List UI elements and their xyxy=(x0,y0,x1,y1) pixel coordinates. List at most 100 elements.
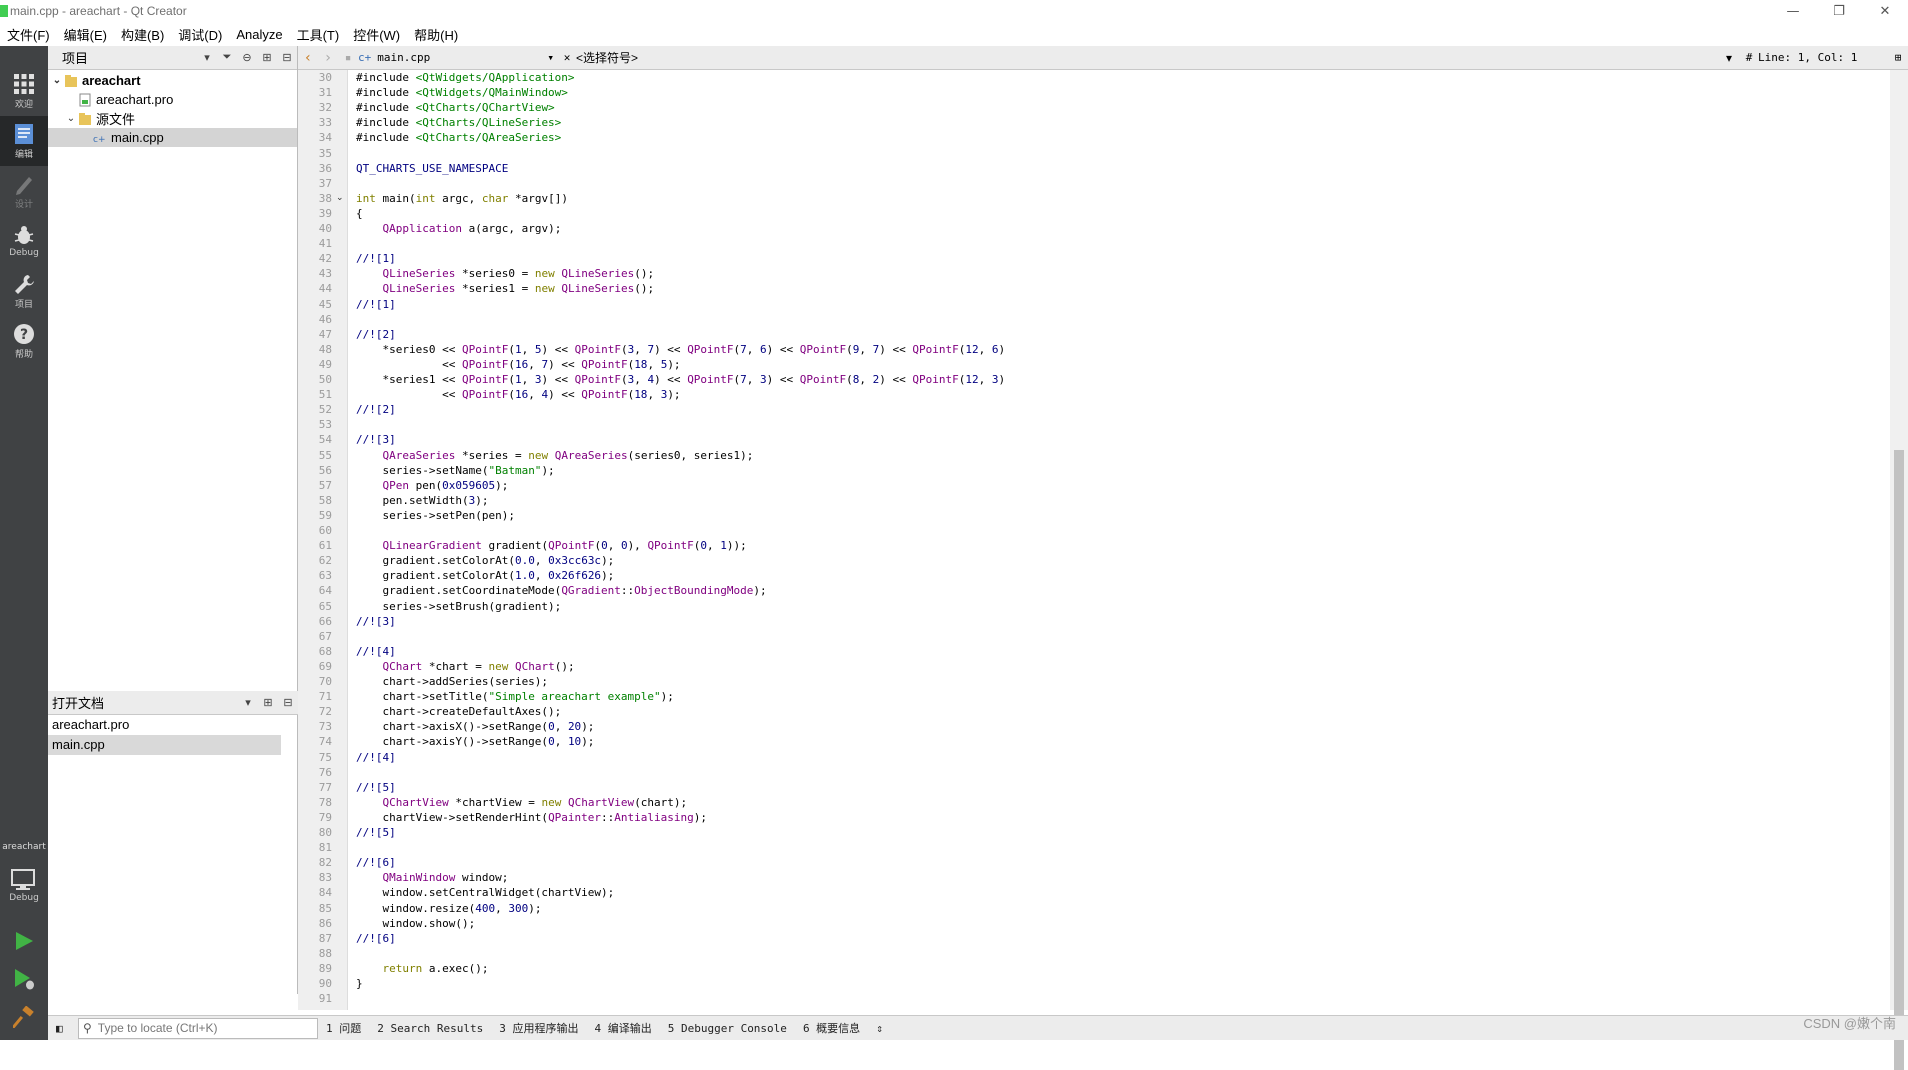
file-selector[interactable]: c+ main.cpp ▾ xyxy=(358,51,558,64)
menu-widgets[interactable]: 控件(W) xyxy=(346,25,407,44)
code-line[interactable]: //![6] xyxy=(356,855,396,870)
code-line[interactable]: QAreaSeries *series = new QAreaSeries(se… xyxy=(356,448,754,463)
forward-icon[interactable]: › xyxy=(318,50,338,66)
tab-compile-output[interactable]: 4 编译输出 xyxy=(586,1020,659,1036)
code-line[interactable]: gradient.setColorAt(0.0, 0x3cc63c); xyxy=(356,553,614,568)
filter-icon[interactable]: ⏷ xyxy=(217,51,237,64)
code-line[interactable]: QPen pen(0x059605); xyxy=(356,478,509,493)
tab-issues[interactable]: 1 问题 xyxy=(318,1020,369,1036)
symbol-selector[interactable]: <选择符号> ▾ xyxy=(576,49,1740,66)
tab-application-output[interactable]: 3 应用程序输出 xyxy=(491,1020,586,1036)
cursor-position[interactable]: Line: 1, Col: 1 xyxy=(1758,51,1888,64)
code-line[interactable]: //![2] xyxy=(356,402,396,417)
code-line[interactable]: //![2] xyxy=(356,327,396,342)
run-button[interactable] xyxy=(0,922,48,960)
code-line[interactable]: chart->addSeries(series); xyxy=(356,674,548,689)
tab-debugger-console[interactable]: 5 Debugger Console xyxy=(660,1022,795,1035)
mode-projects[interactable]: 项目 xyxy=(0,266,48,316)
minimize-button[interactable]: — xyxy=(1770,0,1816,22)
code-line[interactable]: QApplication a(argc, argv); xyxy=(356,221,562,236)
code-line[interactable]: #include <QtCharts/QAreaSeries> xyxy=(356,130,561,145)
code-line[interactable]: return a.exec(); xyxy=(356,961,489,976)
back-icon[interactable]: ‹ xyxy=(298,50,318,66)
code-line[interactable]: #include <QtCharts/QChartView> xyxy=(356,100,555,115)
mode-debug[interactable]: Debug xyxy=(0,216,48,266)
debug-run-button[interactable] xyxy=(0,960,48,998)
code-line[interactable]: //![3] xyxy=(356,614,396,629)
chevron-down-icon[interactable]: ⌄ xyxy=(50,75,64,86)
projects-pane-title[interactable]: 项目 xyxy=(48,48,197,67)
mode-edit[interactable]: 编辑 xyxy=(0,116,48,166)
mode-design[interactable]: 设计 xyxy=(0,166,48,216)
tab-search-results[interactable]: 2 Search Results xyxy=(369,1022,491,1035)
tree-item-sources[interactable]: ⌄ 源文件 xyxy=(64,109,135,128)
open-documents-title[interactable]: 打开文档 xyxy=(48,693,238,712)
code-line[interactable]: #include <QtCharts/QLineSeries> xyxy=(356,115,561,130)
mode-welcome[interactable]: 欢迎 xyxy=(0,66,48,116)
code-line[interactable]: //![4] xyxy=(356,644,396,659)
code-line[interactable]: QT_CHARTS_USE_NAMESPACE xyxy=(356,161,508,176)
split-icon[interactable]: ⊞ xyxy=(257,51,277,64)
code-line[interactable]: int main(int argc, char *argv[]) xyxy=(356,191,568,206)
chevron-down-icon[interactable]: ▾ xyxy=(238,696,258,709)
menu-file[interactable]: 文件(F) xyxy=(0,25,57,44)
menu-edit[interactable]: 编辑(E) xyxy=(57,25,114,44)
close-pane-icon[interactable]: ⊟ xyxy=(278,696,298,709)
close-document-icon[interactable]: ✕ xyxy=(558,51,576,64)
code-line[interactable]: window.setCentralWidget(chartView); xyxy=(356,885,614,900)
open-document-item[interactable]: areachart.pro xyxy=(48,715,281,735)
code-line[interactable]: pen.setWidth(3); xyxy=(356,493,488,508)
code-line[interactable]: *series1 << QPointF(1, 3) << QPointF(3, … xyxy=(356,372,1005,387)
code-line[interactable]: #include <QtWidgets/QMainWindow> xyxy=(356,85,568,100)
link-icon[interactable]: ⊖ xyxy=(237,51,257,64)
tree-item-pro[interactable]: areachart.pro xyxy=(78,90,173,109)
menu-tools[interactable]: 工具(T) xyxy=(290,25,347,44)
split-icon[interactable]: ⊞ xyxy=(258,696,278,709)
code-line[interactable]: //![1] xyxy=(356,297,396,312)
code-line[interactable]: //![1] xyxy=(356,251,396,266)
code-line[interactable]: series->setName("Batman"); xyxy=(356,463,554,478)
code-line[interactable]: //![5] xyxy=(356,825,396,840)
code-line[interactable]: window.resize(400, 300); xyxy=(356,901,541,916)
toggle-sidebar-icon[interactable]: ◧ xyxy=(56,1022,63,1035)
updown-icon[interactable]: ⇕ xyxy=(868,1022,891,1035)
code-line[interactable]: //![6] xyxy=(356,931,396,946)
code-line[interactable]: //![3] xyxy=(356,432,396,447)
code-editor[interactable]: 30 31 32 33 34 35 36 37 38 39 40 41 42 43 44 45 46 47 48 49… xyxy=(298,70,1890,1010)
code-line[interactable]: //![5] xyxy=(356,780,396,795)
menu-debug[interactable]: 调试(D) xyxy=(171,25,229,44)
split-icon[interactable]: ⊞ xyxy=(1888,51,1908,64)
build-button[interactable] xyxy=(0,998,48,1036)
code-line[interactable]: chart->axisY()->setRange(0, 10); xyxy=(356,734,594,749)
code-line[interactable]: QLineSeries *series0 = new QLineSeries()… xyxy=(356,266,655,281)
code-line[interactable]: { xyxy=(356,206,363,221)
code-line[interactable]: *series0 << QPointF(1, 5) << QPointF(3, … xyxy=(356,342,1005,357)
code-line[interactable]: << QPointF(16, 4) << QPointF(18, 3); xyxy=(356,387,680,402)
code-line[interactable]: QChartView *chartView = new QChartView(c… xyxy=(356,795,688,810)
maximize-button[interactable]: ❐ xyxy=(1816,0,1862,22)
close-pane-icon[interactable]: ⊟ xyxy=(277,51,297,64)
locator-input[interactable]: ⚲ Type to locate (Ctrl+K) xyxy=(78,1017,318,1039)
mode-help[interactable]: ? 帮助 xyxy=(0,316,48,366)
tab-general-messages[interactable]: 6 概要信息 xyxy=(795,1020,868,1036)
code-line[interactable]: gradient.setColorAt(1.0, 0x26f626); xyxy=(356,568,614,583)
code-line[interactable]: chart->createDefaultAxes(); xyxy=(356,704,561,719)
code-line[interactable]: } xyxy=(356,976,363,991)
code-line[interactable]: chart->setTitle("Simple areachart exampl… xyxy=(356,689,673,704)
open-document-item[interactable]: main.cpp xyxy=(48,735,281,755)
scrollbar-thumb[interactable] xyxy=(1894,450,1904,1070)
kit-selector[interactable]: Debug xyxy=(0,856,48,916)
code-line[interactable]: window.show(); xyxy=(356,916,475,931)
code-line[interactable]: series->setPen(pen); xyxy=(356,508,514,523)
chevron-down-icon[interactable]: ▾ xyxy=(197,51,217,64)
code-line[interactable]: #include <QtWidgets/QApplication> xyxy=(356,70,575,85)
code-line[interactable]: chart->axisX()->setRange(0, 20); xyxy=(356,719,594,734)
code-line[interactable]: //![4] xyxy=(356,750,396,765)
tree-root[interactable]: ⌄ areachart xyxy=(50,71,141,90)
chevron-down-icon[interactable]: ⌄ xyxy=(64,113,78,124)
code-line[interactable]: QLinearGradient gradient(QPointF(0, 0), … xyxy=(356,538,747,553)
fold-marker-icon[interactable]: ⌄ xyxy=(336,191,344,206)
code-line[interactable]: QMainWindow window; xyxy=(356,870,509,885)
close-button[interactable]: ✕ xyxy=(1862,0,1908,22)
code-line[interactable]: QLineSeries *series1 = new QLineSeries()… xyxy=(356,281,655,296)
